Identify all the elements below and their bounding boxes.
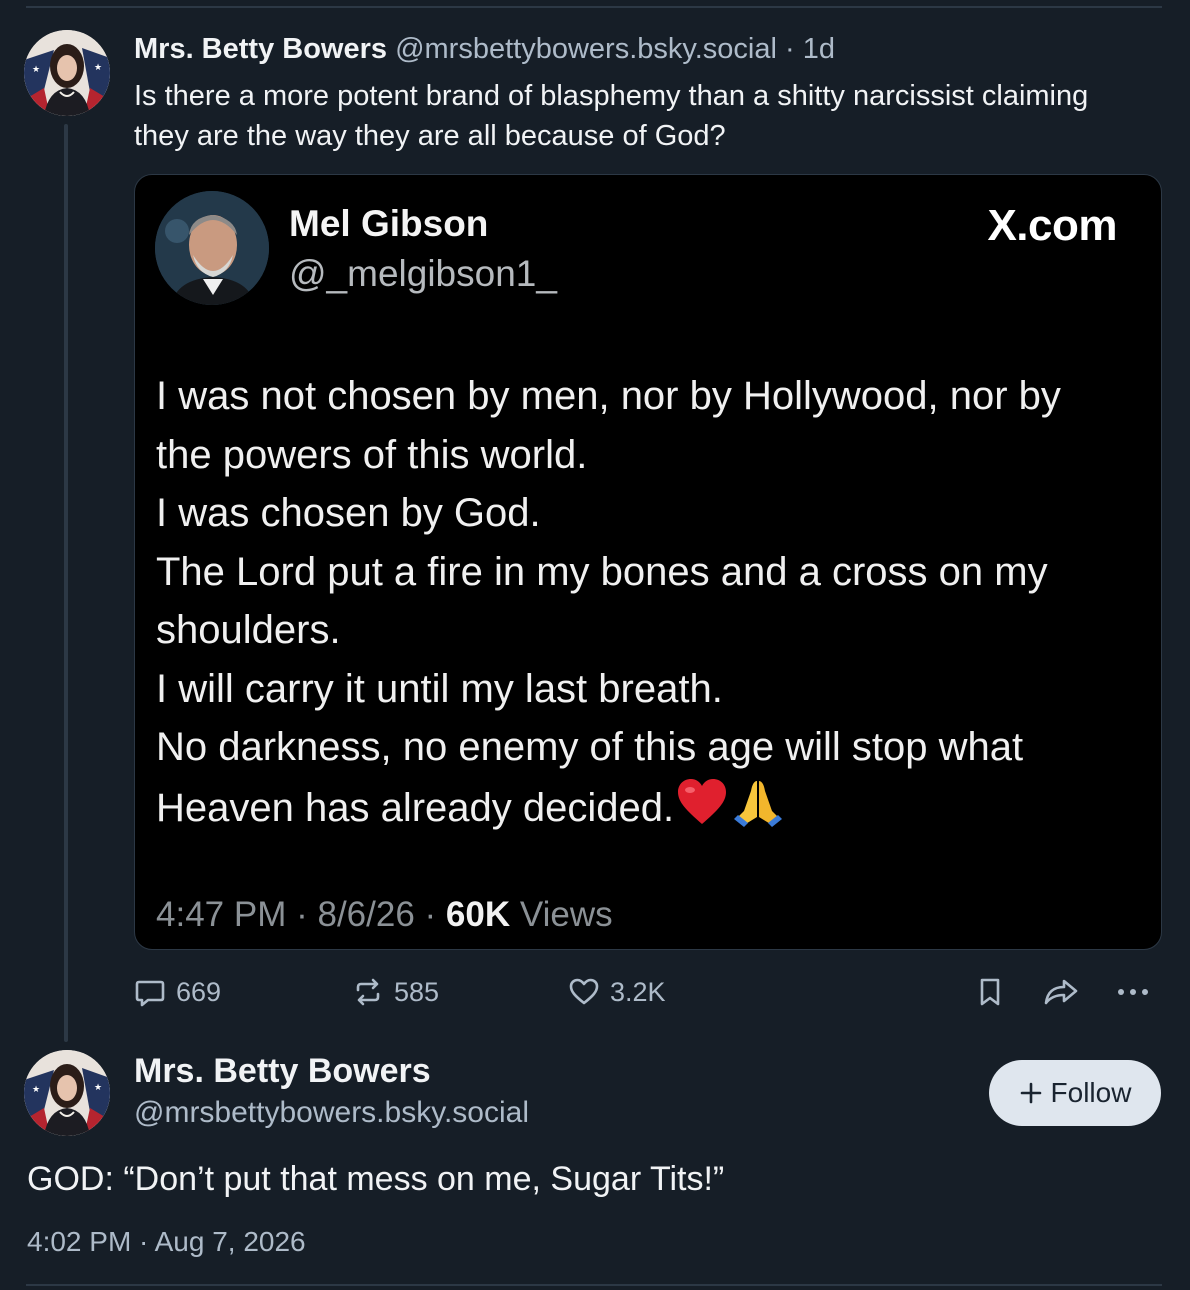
embed-tweet-text: I was not chosen by men, nor by Hollywoo… xyxy=(156,367,1146,843)
post-header: Mrs. Betty Bowers @mrsbettybowers.bsky.s… xyxy=(134,30,835,68)
svg-text:★: ★ xyxy=(32,1084,40,1094)
tweet-line: shoulders. xyxy=(156,608,341,652)
more-options-button[interactable] xyxy=(1116,970,1150,1014)
embedded-image[interactable]: Mel Gibson @_melgibson1_ X.com I was not… xyxy=(134,174,1162,950)
follow-button[interactable]: Follow xyxy=(989,1060,1161,1126)
top-divider xyxy=(26,6,1162,8)
reply-button[interactable]: 669 xyxy=(134,970,221,1014)
tweet-line: Heaven has already decided. xyxy=(156,785,675,830)
embed-views-label: Views xyxy=(519,895,613,934)
reply-count: 669 xyxy=(176,976,222,1007)
svg-text:★: ★ xyxy=(94,62,102,72)
author-handle[interactable]: @mrsbettybowers.bsky.social xyxy=(395,33,777,65)
post-actions: 669 585 3.2K xyxy=(134,970,1160,1014)
svg-text:★: ★ xyxy=(32,64,40,74)
more-icon xyxy=(1118,989,1148,995)
reply-icon xyxy=(135,980,165,1007)
embed-views-count: 60K xyxy=(445,895,511,934)
bookmark-icon xyxy=(980,978,1000,1006)
author-name[interactable]: Mrs. Betty Bowers xyxy=(134,33,387,65)
tweet-line: I was not chosen by men, nor by Hollywoo… xyxy=(156,374,1061,418)
tweet-line: The Lord put a fire in my bones and a cr… xyxy=(156,549,1048,594)
separator-dot: · xyxy=(296,895,308,934)
svg-text:★: ★ xyxy=(94,1082,102,1092)
separator-dot: · xyxy=(784,33,795,65)
separator-dot: · xyxy=(424,895,437,934)
embed-tweet-meta: 4:47 PM · 8/6/26 · 60K Views xyxy=(156,895,613,935)
avatar[interactable]: ★ ★ xyxy=(24,1050,110,1136)
like-button[interactable]: 3.2K xyxy=(568,970,666,1014)
follow-label: Follow xyxy=(1050,1077,1132,1108)
tweet-line: I will carry it until my last breath. xyxy=(156,666,723,711)
tweet-line: No darkness, no enemy of this age will s… xyxy=(156,725,1024,769)
bottom-divider xyxy=(26,1284,1162,1286)
x-com-logo: X.com xyxy=(987,201,1117,250)
share-button[interactable] xyxy=(1042,970,1080,1014)
reply-text: GOD: “Don’t put that mess on me, Sugar T… xyxy=(27,1160,725,1198)
repost-button[interactable]: 585 xyxy=(352,970,439,1014)
share-icon xyxy=(1044,979,1078,1005)
reply-author-name[interactable]: Mrs. Betty Bowers xyxy=(134,1052,431,1091)
repost-count: 585 xyxy=(394,976,440,1007)
post-text: Is there a more potent brand of blasphem… xyxy=(134,80,1089,152)
tweet-line: the powers of this world. xyxy=(156,432,588,477)
plus-icon xyxy=(1020,1082,1041,1104)
tweet-line: I was chosen by God. xyxy=(156,491,541,535)
bookmark-button[interactable] xyxy=(974,970,1006,1014)
avatar[interactable]: ★ ★ xyxy=(24,30,110,116)
tweet-line-last: Heaven has already decided. xyxy=(156,777,1146,844)
embed-author-name: Mel Gibson xyxy=(289,203,489,244)
embed-author-handle: @_melgibson1_ xyxy=(289,253,557,294)
thread-connector-line xyxy=(64,124,68,1042)
post-age[interactable]: 1d xyxy=(803,33,835,65)
reply-timestamp[interactable]: 4:02 PM · Aug 7, 2026 xyxy=(27,1226,306,1258)
embed-date: 8/6/26 xyxy=(317,895,415,934)
repost-icon xyxy=(356,978,380,1006)
like-count: 3.2K xyxy=(610,976,666,1007)
heart-emoji xyxy=(676,778,728,843)
mel-avatar xyxy=(155,191,269,305)
praying-hands-emoji xyxy=(730,777,786,844)
heart-icon xyxy=(569,978,599,1005)
reply-author-handle[interactable]: @mrsbettybowers.bsky.social xyxy=(134,1096,529,1130)
embed-time: 4:47 PM xyxy=(156,895,287,934)
